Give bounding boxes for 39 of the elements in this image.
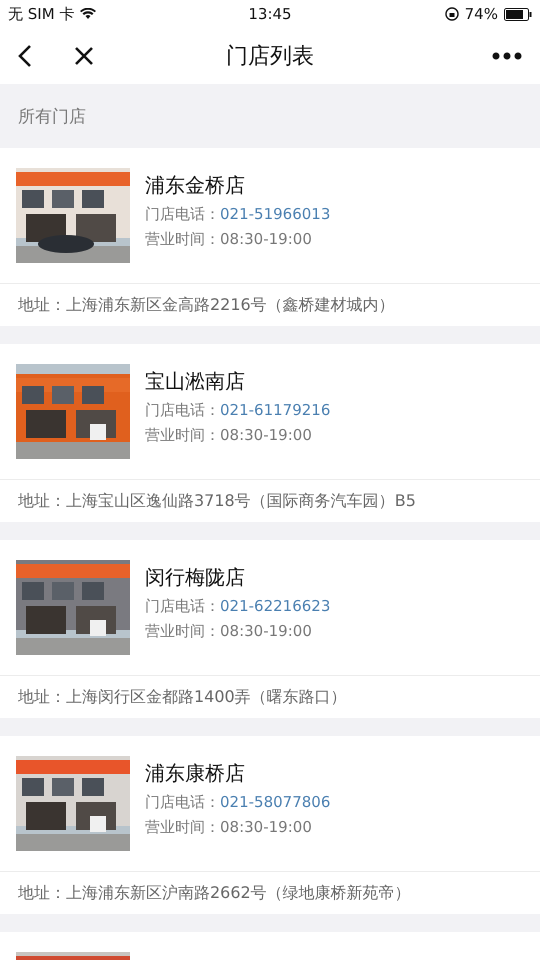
hours-label: 营业时间：: [145, 426, 220, 445]
hours-text: 08:30-19:00: [220, 426, 312, 445]
store-name: 闵行梅陇店: [145, 564, 246, 591]
section-title: 所有门店: [18, 106, 86, 128]
address-text: 地址：上海浦东新区金高路2216号（鑫桥建材城内）: [18, 294, 395, 316]
hours-label: 营业时间：: [145, 622, 220, 641]
store-card[interactable]: 闵行梅陇店 门店电话：021-62216623 营业时间：08:30-19:00 地址：上海闵行区金都路1400弄（曙东路口）: [0, 540, 540, 718]
store-card[interactable]: 宝山淞南店 门店电话：021-61179216 营业时间：08:30-19:00 地址：上海宝山区逸仙路3718号（国际商务汽车园）B5: [0, 344, 540, 522]
address-text: 地址：上海宝山区逸仙路3718号（国际商务汽车园）B5: [18, 490, 416, 512]
phone-link[interactable]: 021-51966013: [220, 205, 330, 224]
phone-link[interactable]: 021-62216623: [220, 597, 330, 616]
store-name: 浦东康桥店: [145, 760, 246, 787]
address-text: 地址：上海闵行区金都路1400弄（曙东路口）: [18, 686, 347, 708]
close-icon: [74, 46, 94, 66]
store-card[interactable]: 浦东康桥店 门店电话：021-58077806 营业时间：08:30-19:00 地址：上海浦东新区沪南路2662号（绿地康桥新苑帝）: [0, 736, 540, 914]
page-title: 门店列表: [226, 43, 314, 71]
phone-label: 门店电话：: [145, 597, 220, 616]
hours-text: 08:30-19:00: [220, 818, 312, 837]
hours-text: 08:30-19:00: [220, 230, 312, 249]
hours-text: 08:30-19:00: [220, 622, 312, 641]
store-name: 宝山淞南店: [145, 368, 246, 395]
battery-icon: [504, 8, 532, 20]
phone-link[interactable]: 021-61179216: [220, 401, 330, 420]
back-icon: [18, 44, 32, 68]
phone-label: 门店电话：: [145, 401, 220, 420]
hours-label: 营业时间：: [145, 230, 220, 249]
carrier-text: 无 SIM 卡: [8, 4, 74, 24]
store-name: 浦东金桥店: [145, 172, 246, 199]
hours-label: 营业时间：: [145, 818, 220, 837]
phone-label: 门店电话：: [145, 205, 220, 224]
phone-label: 门店电话：: [145, 793, 220, 812]
address-text: 地址：上海浦东新区沪南路2662号（绿地康桥新苑帝）: [18, 882, 411, 904]
clock-text: 13:45: [248, 5, 292, 23]
wifi-icon: [80, 8, 96, 20]
more-icon: [492, 52, 522, 60]
store-card[interactable]: 浦东金桥店 门店电话：021-51966013 营业时间：08:30-19:00 地址：上海浦东新区金高路2216号（鑫桥建材城内）: [0, 148, 540, 326]
battery-text: 74%: [464, 5, 498, 23]
phone-link[interactable]: 021-58077806: [220, 793, 330, 812]
rotation-lock-icon: [444, 7, 459, 21]
